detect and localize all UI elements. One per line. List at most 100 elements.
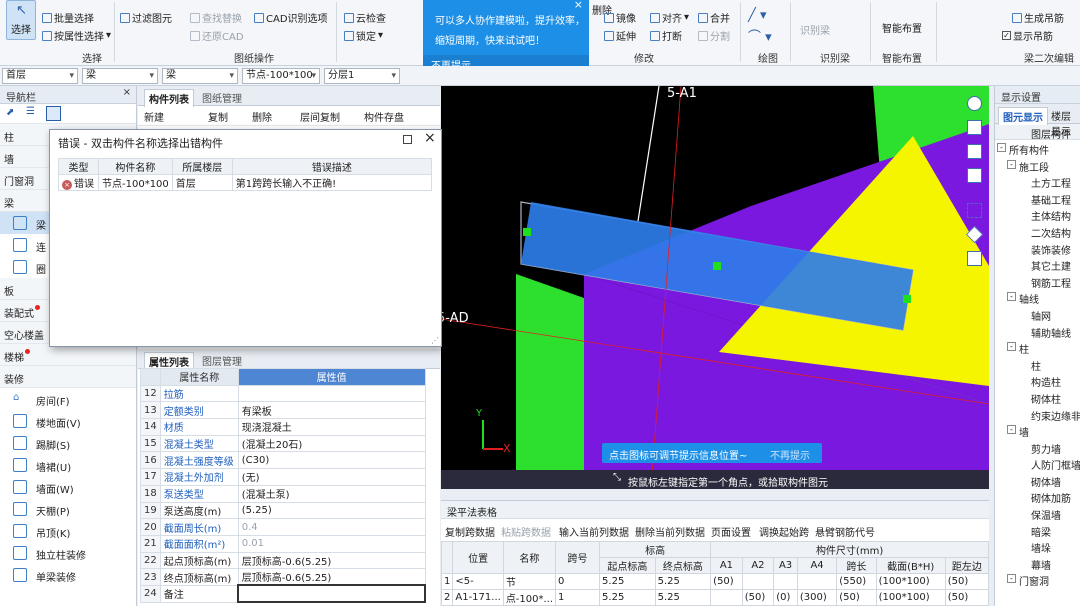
property-value[interactable]: 有梁板 xyxy=(237,401,426,420)
layer-select[interactable]: 分层1 xyxy=(324,68,400,84)
layer-tree-item[interactable]: 人防门框墙 xyxy=(995,455,1080,472)
tree-view-icon[interactable] xyxy=(46,106,61,121)
property-row[interactable]: 18 泵送类型 (混凝土泵) xyxy=(140,484,426,503)
extend-button[interactable]: 延伸 xyxy=(604,28,636,43)
collapse-icon[interactable]: - xyxy=(1007,574,1016,584)
layer-tree-item[interactable]: 轴网 xyxy=(995,306,1080,323)
property-value[interactable]: (混凝土泵) xyxy=(237,484,426,503)
front-view-icon[interactable] xyxy=(967,168,982,183)
layer-tree-item[interactable]: 幕墙 xyxy=(995,555,1080,572)
pin-icon[interactable]: ⬈ xyxy=(6,107,14,118)
collapse-icon[interactable]: - xyxy=(1007,292,1016,302)
layer-tree-item[interactable]: 基础工程 xyxy=(995,190,1080,207)
tab-component-list[interactable]: 构件列表 xyxy=(144,89,194,107)
property-value[interactable]: (5.25) xyxy=(237,501,426,520)
tab-layer-manage[interactable]: 图层管理 xyxy=(198,352,246,369)
close-icon[interactable]: × xyxy=(123,87,131,98)
property-row[interactable]: 22 起点顶标高(m) 层顶标高-0.6(5.25) xyxy=(140,551,426,570)
nav-item-beam-finish[interactable]: 单梁装修 xyxy=(0,564,136,586)
beam-table-tool[interactable]: 页面设置 xyxy=(711,524,751,539)
hint-dismiss[interactable]: 不再提示 xyxy=(770,447,810,462)
3d-view-icon[interactable] xyxy=(967,120,982,135)
orbit-icon[interactable] xyxy=(967,96,982,111)
beam-table-tool[interactable]: 删除当前列数据 xyxy=(635,524,705,539)
property-row[interactable]: 14 材质 现浇混凝土 xyxy=(140,418,426,436)
find-replace-button[interactable]: 查找替换 xyxy=(190,10,242,25)
layer-tree-item[interactable]: 装饰装修 xyxy=(995,240,1080,257)
mirror-button[interactable]: 镜像 xyxy=(604,10,636,25)
layer-tree-item[interactable]: 砌体加筋 xyxy=(995,488,1080,505)
layer-tree-item[interactable]: 保温墙 xyxy=(995,505,1080,522)
line-draw-icon[interactable]: ╱ ▾ xyxy=(748,8,766,23)
grip-end[interactable] xyxy=(903,295,911,303)
break-button[interactable]: 打断 xyxy=(650,28,682,43)
layer-tree-item[interactable]: 构造柱 xyxy=(995,372,1080,389)
grip-start[interactable] xyxy=(523,228,531,236)
tab-element-display[interactable]: 图元显示 xyxy=(998,107,1048,125)
property-row[interactable]: 15 混凝土类型 (混凝土20石) xyxy=(140,434,426,453)
layer-tree-item[interactable]: 主体结构 xyxy=(995,206,1080,223)
close-icon[interactable]: × xyxy=(574,0,583,11)
resize-grip-icon[interactable]: ⋰ xyxy=(431,336,439,345)
nav-item-dado[interactable]: 墙裙(U) xyxy=(0,454,136,476)
layer-tree-item[interactable]: 约束边缘非阴 xyxy=(995,406,1080,423)
tab-drawing-manage[interactable]: 图纸管理 xyxy=(198,89,246,106)
drawing-viewport[interactable]: 5-A1 5-AD X Y xyxy=(441,86,989,489)
nav-item-floor-finish[interactable]: 楼地面(V) xyxy=(0,410,136,432)
identify-beam-button[interactable]: 识别梁 xyxy=(800,22,830,37)
collapse-icon[interactable]: - xyxy=(1007,425,1016,435)
beam-table-tool[interactable]: 调换起始跨 xyxy=(759,524,809,539)
select-button[interactable]: ↖ 选择 xyxy=(6,0,36,40)
layer-tree-item[interactable]: 辅助轴线 xyxy=(995,323,1080,340)
model-canvas[interactable] xyxy=(441,86,989,489)
filter-elements-button[interactable]: 过滤图元 xyxy=(120,10,172,25)
layer-tree-item[interactable]: 柱 xyxy=(995,356,1080,373)
layer-tree-item[interactable]: - 所有构件 xyxy=(995,140,1080,157)
nav-cat-decoration[interactable]: 装修 xyxy=(0,366,136,388)
batch-select-button[interactable]: 批量选择 xyxy=(42,10,94,25)
property-row[interactable]: 17 混凝土外加剂 (无) xyxy=(140,468,426,486)
nav-item-column-finish[interactable]: 独立柱装修 xyxy=(0,542,136,564)
show-hanger-checkbox[interactable]: ✓ 显示吊筋 xyxy=(1002,28,1053,43)
component-select[interactable]: 节点-100*100 xyxy=(242,68,320,84)
maximize-icon[interactable] xyxy=(403,135,412,144)
beam-table-tool[interactable]: 粘贴跨数据 xyxy=(501,524,551,539)
property-value[interactable]: 0.01 xyxy=(237,534,426,553)
property-row[interactable]: 16 混凝土强度等级 (C30) xyxy=(140,451,426,470)
floor-select[interactable]: 首层 xyxy=(2,68,78,84)
layer-tree-item[interactable]: 二次结构 xyxy=(995,223,1080,240)
layer-tree-item[interactable]: 砌体柱 xyxy=(995,389,1080,406)
property-value[interactable]: (混凝土20石) xyxy=(237,434,426,453)
layer-tree-item[interactable]: 墙垛 xyxy=(995,538,1080,555)
property-value[interactable]: (无) xyxy=(237,468,426,486)
layer-tree-item[interactable]: 砌体墙 xyxy=(995,472,1080,489)
layer-tree-item[interactable]: -墙 xyxy=(995,422,1080,439)
property-value[interactable] xyxy=(237,584,426,604)
beam-table-row[interactable]: 1 <5- 节 0 5.25 5.25 (50) (550) (100*100) (50) xyxy=(440,573,990,590)
nav-item-skirting[interactable]: 踢脚(S) xyxy=(0,432,136,454)
layer-tree-item[interactable]: 土方工程 xyxy=(995,173,1080,190)
split-button[interactable]: 分割 xyxy=(698,28,730,43)
beam-table-row[interactable]: 2 A1-171... 点-100*... 1 5.25 5.25 (50) (0) (300)… xyxy=(440,589,990,606)
property-value[interactable]: 层顶标高-0.6(5.25) xyxy=(237,551,426,570)
nav-cat-stairs[interactable]: 楼梯 xyxy=(0,344,136,366)
error-component-name[interactable]: 节点-100*100 xyxy=(98,174,173,191)
generate-hanger-button[interactable]: 生成吊筋 xyxy=(1012,10,1064,25)
cube-icon[interactable] xyxy=(966,226,983,243)
layer-tree-item[interactable]: 钢筋工程 xyxy=(995,273,1080,290)
layer-tree-item[interactable]: 其它土建 xyxy=(995,256,1080,273)
property-row[interactable]: 20 截面周长(m) 0.4 xyxy=(140,518,426,536)
beam-table-tool[interactable]: 悬臂钢筋代号 xyxy=(815,524,875,539)
restore-cad-button[interactable]: 还原CAD xyxy=(190,28,244,43)
select-by-property-button[interactable]: 按属性选择 ▾ xyxy=(42,28,111,43)
property-row[interactable]: 12 拉筋 xyxy=(140,384,426,403)
nav-item-wall-finish[interactable]: 墙面(W) xyxy=(0,476,136,498)
property-value[interactable] xyxy=(237,384,426,403)
floor-copy-button[interactable]: 层间复制 xyxy=(300,109,340,124)
save-component-button[interactable]: 构件存盘 xyxy=(364,109,404,124)
align-button[interactable]: 对齐 ▾ xyxy=(650,10,689,25)
property-value[interactable]: 层顶标高-0.6(5.25) xyxy=(237,568,426,586)
layer-tree-item[interactable]: 暗梁 xyxy=(995,522,1080,539)
nav-item-room[interactable]: ⌂ 房间(F) xyxy=(0,388,136,410)
arc-draw-icon[interactable]: ⌒ ▾ xyxy=(748,26,772,45)
